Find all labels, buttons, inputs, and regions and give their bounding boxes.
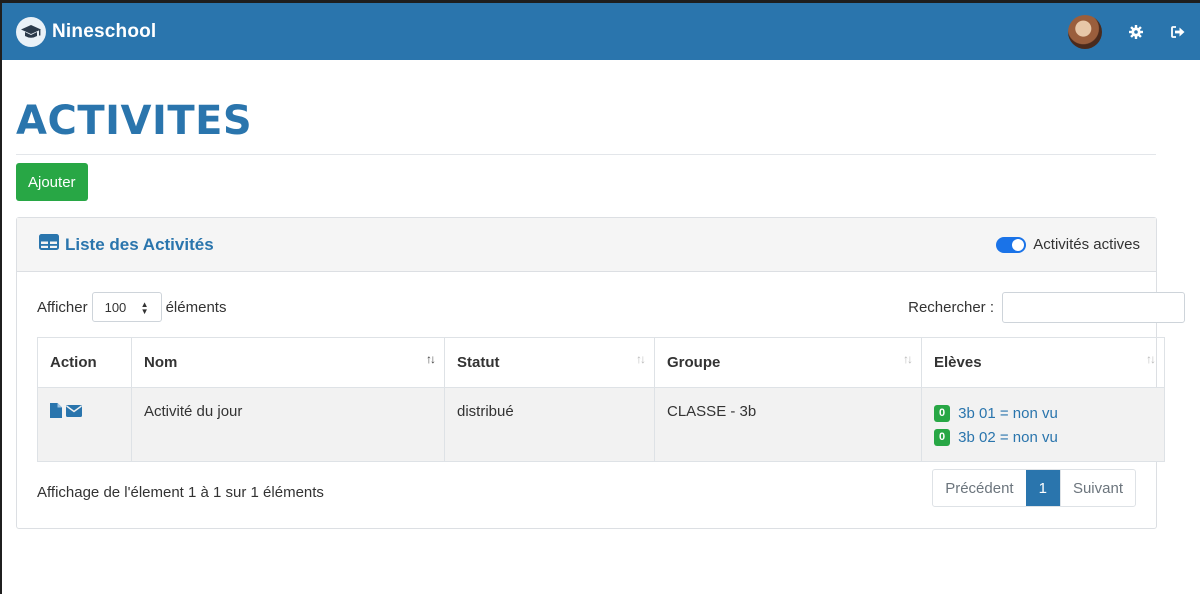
navbar: Nineschool xyxy=(2,3,1200,60)
column-header-statut[interactable]: Statut ↑↓ xyxy=(444,337,655,388)
select-arrows-icon: ▲ ▼ xyxy=(140,300,149,316)
page-1-button[interactable]: 1 xyxy=(1025,470,1060,506)
card-header: Liste des Activités Activités actives xyxy=(17,218,1156,272)
add-activity-button[interactable]: Ajouter xyxy=(16,163,88,201)
active-activities-toggle[interactable] xyxy=(996,236,1027,253)
file-icon[interactable] xyxy=(50,403,62,422)
sort-icon: ↑↓ xyxy=(1146,352,1156,366)
page-length-select[interactable]: 100 ▲ ▼ xyxy=(91,292,162,322)
column-header-nom[interactable]: Nom ↑↓ xyxy=(131,337,445,388)
search-input[interactable] xyxy=(1002,292,1185,323)
sort-icon: ↑↓ xyxy=(903,352,913,366)
table-icon xyxy=(39,234,65,255)
avatar[interactable] xyxy=(1068,14,1102,49)
eleve-item: 0 3b 02 = non vu xyxy=(934,425,1152,449)
toggle-label: Activités actives xyxy=(1033,236,1140,253)
eleves-cell: 0 3b 01 = non vu 0 3b 02 = non vu xyxy=(921,387,1165,462)
eleve-link[interactable]: 3b 02 = non vu xyxy=(958,429,1058,446)
groupe-cell: CLASSE - 3b xyxy=(654,387,922,462)
column-header-action: Action xyxy=(37,337,132,388)
card-title: Liste des Activités xyxy=(65,234,214,254)
activities-card: Liste des Activités Activités actives Af… xyxy=(16,217,1185,529)
previous-page-button[interactable]: Précédent xyxy=(933,470,1025,506)
statut-cell: distribué xyxy=(444,387,655,462)
sort-icon: ↑↓ xyxy=(636,352,646,366)
gear-icon[interactable] xyxy=(1128,24,1144,40)
brand-link[interactable]: Nineschool xyxy=(16,16,157,47)
show-entries-suffix: éléments xyxy=(165,298,227,316)
view-count-badge: 0 xyxy=(934,404,951,422)
pagination: Précédent 1 Suivant xyxy=(932,469,1136,507)
column-header-eleves[interactable]: Elèves ↑↓ xyxy=(921,337,1165,388)
search-label: Rechercher : xyxy=(908,299,994,316)
table-row: Activité du jour distribué CLASSE - 3b 0… xyxy=(37,387,1165,462)
table-header-row: Action Nom ↑↓ Statut ↑↓ Groupe ↑↓ Elèves ↑↓ xyxy=(37,337,1165,388)
eleve-item: 0 3b 01 = non vu xyxy=(934,401,1152,425)
sign-out-icon[interactable] xyxy=(1170,24,1186,40)
page-length-value: 100 xyxy=(104,299,127,315)
graduation-cap-icon xyxy=(16,16,46,47)
column-header-groupe[interactable]: Groupe ↑↓ xyxy=(654,337,922,388)
eleve-link[interactable]: 3b 01 = non vu xyxy=(958,405,1058,422)
page-title: ACTIVITES xyxy=(16,98,253,144)
show-entries-prefix: Afficher xyxy=(37,298,88,316)
next-page-button[interactable]: Suivant xyxy=(1059,470,1135,506)
window-left-border xyxy=(0,0,2,594)
activities-table: Action Nom ↑↓ Statut ↑↓ Groupe ↑↓ Elèves ↑↓ xyxy=(37,337,1165,462)
nom-cell: Activité du jour xyxy=(131,387,445,462)
sort-asc-icon: ↑↓ xyxy=(426,352,436,366)
brand-name: Nineschool xyxy=(52,20,157,42)
title-divider xyxy=(16,154,1156,155)
action-cell xyxy=(37,387,132,462)
view-count-badge: 0 xyxy=(934,428,951,446)
envelope-icon[interactable] xyxy=(66,404,82,421)
table-info: Affichage de l'élement 1 à 1 sur 1 éléme… xyxy=(37,484,324,501)
